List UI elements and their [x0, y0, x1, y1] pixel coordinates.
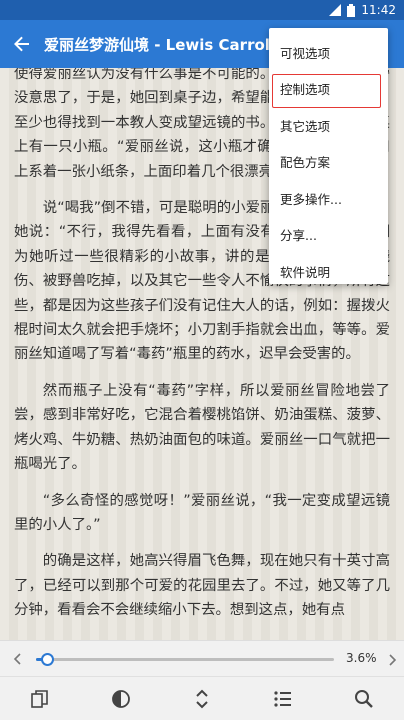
page-scroll-button[interactable] — [188, 685, 216, 713]
chevron-left-icon — [13, 652, 21, 665]
menu-item-other-options[interactable]: 其它选项 — [269, 107, 388, 144]
menu-item-label: 软件说明 — [280, 264, 331, 280]
menu-item-share[interactable]: 分享... — [269, 217, 388, 254]
menu-item-label: 其它选项 — [280, 118, 331, 134]
search-button[interactable] — [350, 685, 378, 713]
menu-item-label: 配色方案 — [280, 155, 331, 171]
progress-row: 3.6% — [0, 640, 404, 676]
progress-slider[interactable] — [36, 653, 334, 666]
arrow-left-icon — [14, 36, 29, 52]
overflow-menu: 可视选项 控制选项 其它选项 配色方案 更多操作... 分享... 软件说明 — [269, 28, 388, 284]
menu-item-visual-options[interactable]: 可视选项 — [269, 34, 388, 71]
color-mode-icon — [112, 689, 131, 708]
signal-icon — [329, 4, 342, 16]
progress-knob[interactable] — [40, 653, 54, 666]
toc-button[interactable] — [269, 685, 297, 713]
paragraph: “多么奇怪的感觉呀！”爱丽丝说，“我一定变成望远镜里的小人了。” — [14, 492, 390, 533]
bottom-toolbar — [0, 676, 404, 720]
back-button[interactable] — [2, 20, 42, 68]
menu-item-control-options[interactable]: 控制选项 — [269, 71, 388, 107]
book-title: 爱丽丝梦游仙境 - Lewis Carroll — [44, 35, 276, 54]
battery-icon — [347, 3, 356, 17]
menu-item-color-scheme[interactable]: 配色方案 — [269, 144, 388, 181]
expand-button[interactable] — [388, 651, 398, 670]
color-mode-button[interactable] — [107, 685, 135, 713]
search-icon — [354, 689, 373, 708]
paragraph: 然而瓶子上没有“毒药”字样，所以爱丽丝冒险地尝了尝，感到非常好吃，它混合着樱桃馅… — [14, 382, 390, 473]
progress-percent: 3.6% — [346, 651, 377, 665]
menu-item-help[interactable]: 软件说明 — [269, 253, 388, 290]
bookmarks-button[interactable] — [26, 685, 54, 713]
menu-item-label: 分享... — [280, 228, 317, 244]
menu-item-label: 可视选项 — [280, 45, 331, 61]
page-scroll-icon — [196, 689, 208, 708]
menu-item-label: 控制选项 — [280, 82, 331, 98]
toc-list-icon — [274, 690, 291, 707]
status-bar: 11:42 — [0, 0, 404, 20]
collapse-button[interactable] — [0, 652, 34, 665]
status-time: 11:42 — [361, 3, 396, 17]
menu-item-more-actions[interactable]: 更多操作... — [269, 180, 388, 217]
paragraph: 的确是这样，她高兴得眉飞色舞，现在她只有十英寸高了，已经可以到那个可爱的花园里去… — [14, 553, 390, 619]
menu-item-label: 更多操作... — [280, 191, 342, 207]
chevron-right-icon — [389, 654, 397, 666]
bookmarks-icon — [31, 689, 49, 708]
